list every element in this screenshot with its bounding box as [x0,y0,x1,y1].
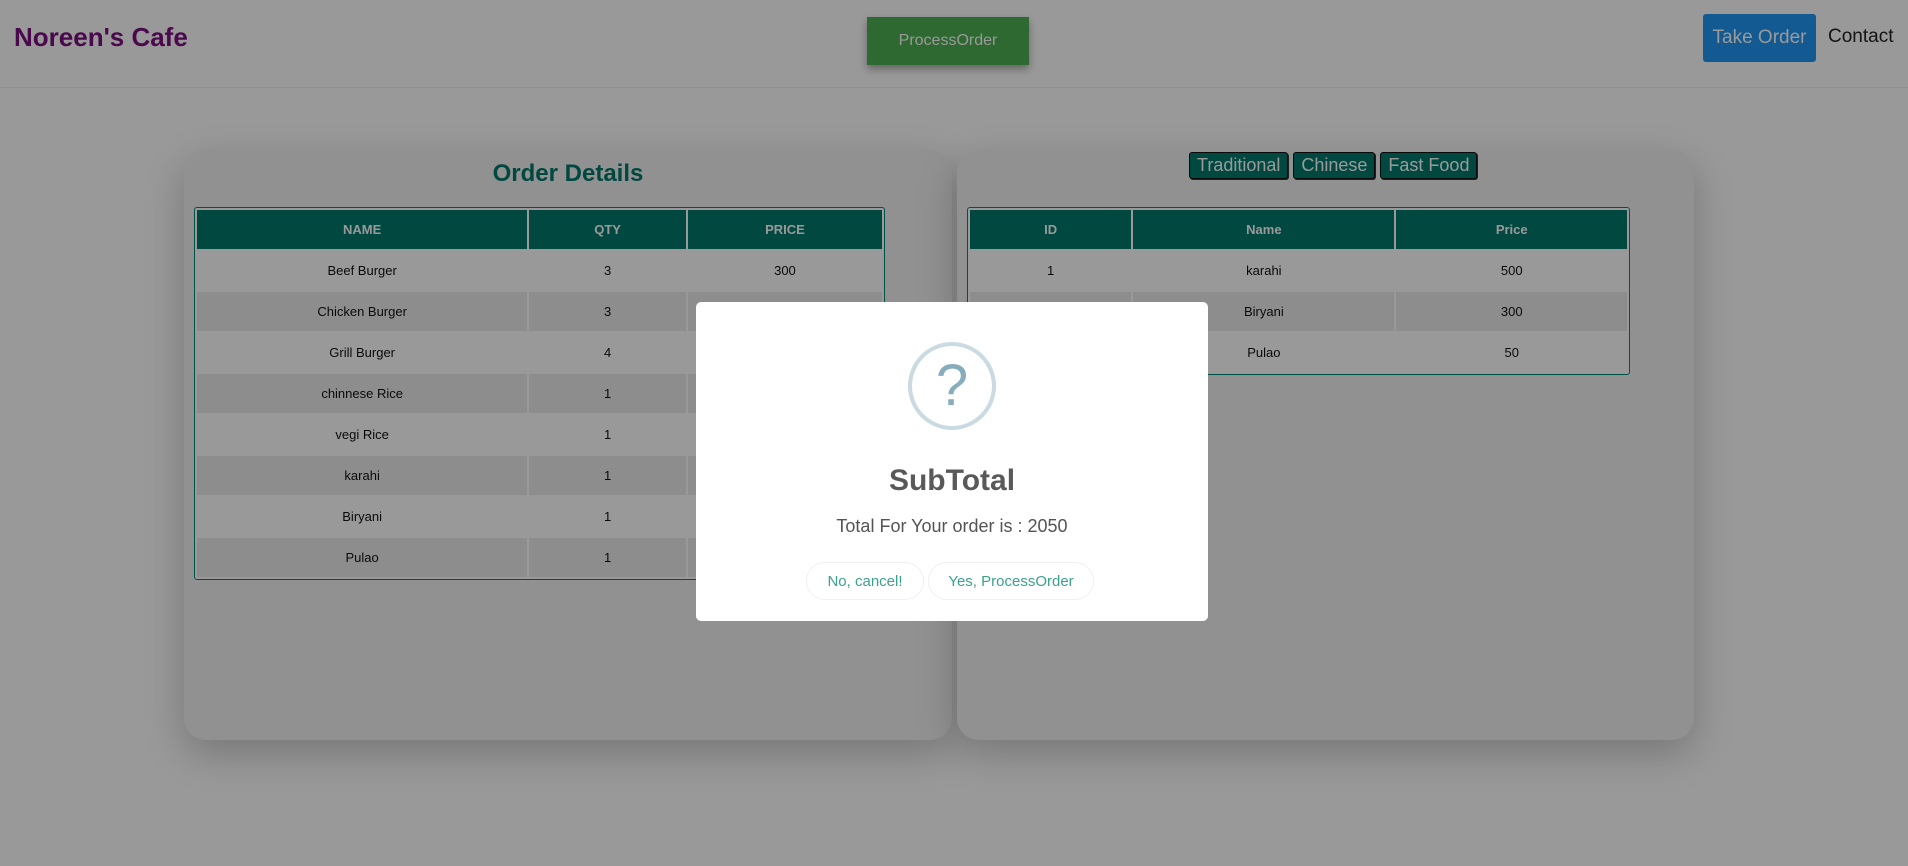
cancel-button[interactable]: No, cancel! [806,562,924,600]
subtotal-dialog: ? SubTotal Total For Your order is : 205… [696,302,1208,621]
dialog-title: SubTotal [888,464,1016,497]
dialog-message: Total For Your order is : 2050 [836,516,1068,536]
question-icon: ? [908,342,996,430]
confirm-process-order-button[interactable]: Yes, ProcessOrder [928,562,1094,600]
